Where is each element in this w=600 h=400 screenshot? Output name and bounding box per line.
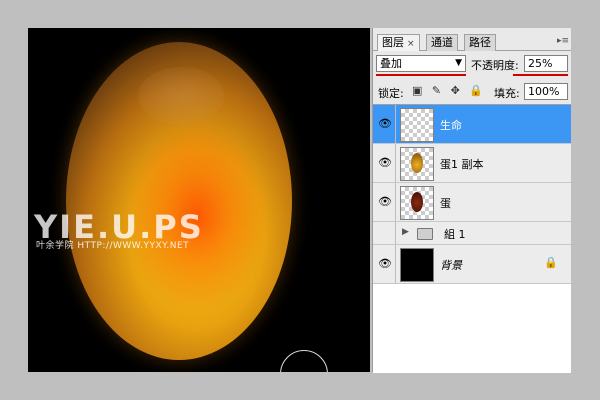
layer-name: 背景: [440, 259, 462, 272]
egg-thumb-icon: [411, 153, 423, 173]
eye-icon: 👁: [378, 195, 392, 208]
egg-thumb-icon: [411, 192, 423, 212]
tab-layers-label: 图层: [382, 36, 404, 49]
blend-opacity-row: 叠加 ▼ 不透明度: 25%: [373, 52, 571, 76]
tab-paths-label: 路径: [469, 36, 491, 49]
lock-label: 锁定:: [378, 87, 404, 100]
panel-tabs: 图层 × 通道 路径 ▸≡: [373, 32, 571, 51]
visibility-toggle[interactable]: [373, 222, 396, 244]
group-name: 組 1: [444, 228, 466, 241]
tab-layers[interactable]: 图层 ×: [377, 34, 420, 51]
layer-row[interactable]: 👁 生命: [373, 105, 571, 144]
chevron-down-icon: ▼: [455, 58, 462, 68]
lock-icon: 🔒: [544, 256, 558, 269]
opacity-input[interactable]: 25%: [524, 55, 568, 72]
folder-icon: [417, 228, 433, 240]
layer-row[interactable]: 👁 蛋: [373, 183, 571, 222]
layer-row[interactable]: 👁 蛋1 副本: [373, 144, 571, 183]
opacity-label: 不透明度:: [471, 59, 519, 72]
visibility-toggle[interactable]: 👁: [373, 245, 396, 283]
layer-name: 蛋: [440, 197, 451, 210]
layer-row[interactable]: 👁 背景 🔒: [373, 245, 571, 284]
visibility-toggle[interactable]: 👁: [373, 144, 396, 182]
watermark-url: 叶余学院 HTTP://WWW.YYXY.NET: [36, 241, 190, 251]
tab-channels-label: 通道: [431, 36, 453, 49]
layer-thumbnail: [400, 147, 434, 181]
eye-icon: 👁: [378, 156, 392, 169]
highlight-underline: [513, 74, 568, 76]
expand-arrow-icon[interactable]: ▶: [402, 227, 409, 237]
panel-menu-icon[interactable]: ▸≡: [557, 36, 569, 46]
blend-mode-value: 叠加: [380, 57, 402, 70]
highlight-underline: [376, 74, 466, 76]
layer-name: 蛋1 副本: [440, 158, 484, 171]
eye-icon: 👁: [378, 257, 392, 270]
egg-artwork: [66, 42, 292, 360]
eye-icon: 👁: [378, 117, 392, 130]
blend-mode-select[interactable]: 叠加 ▼: [376, 55, 466, 72]
tab-channels[interactable]: 通道: [426, 34, 458, 51]
fill-input[interactable]: 100%: [524, 83, 568, 100]
layer-group-row[interactable]: ▶ 組 1: [373, 222, 571, 245]
layer-thumbnail: [400, 108, 434, 142]
layer-name: 生命: [440, 119, 462, 132]
tab-paths[interactable]: 路径: [464, 34, 496, 51]
layers-panel: 图层 × 通道 路径 ▸≡ 叠加 ▼ 不透明度: 25% 锁定: ▣ ✎ ✥ 🔒 …: [372, 28, 571, 373]
lock-fill-row: 锁定: ▣ ✎ ✥ 🔒 填充: 100%: [373, 80, 571, 102]
layer-thumbnail: [400, 248, 434, 282]
layers-list: 👁 生命 👁 蛋1 副本 👁 蛋 ▶ 組 1 👁 背景 🔒: [373, 104, 571, 373]
layer-thumbnail: [400, 186, 434, 220]
brush-cursor: [280, 350, 328, 372]
visibility-toggle[interactable]: 👁: [373, 183, 396, 221]
visibility-toggle[interactable]: 👁: [373, 105, 396, 143]
lock-options-icons[interactable]: ▣ ✎ ✥ 🔒: [412, 84, 486, 97]
document-canvas[interactable]: YIE.U.PS 叶余学院 HTTP://WWW.YYXY.NET: [28, 28, 370, 372]
fill-label: 填充:: [494, 87, 520, 100]
close-icon[interactable]: ×: [407, 39, 415, 49]
